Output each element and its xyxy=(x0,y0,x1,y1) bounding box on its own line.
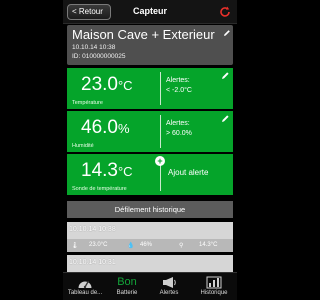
humidity-value: 46.0% xyxy=(81,117,130,138)
history-temp: 23.0°C xyxy=(89,242,108,248)
edit-alert-icon[interactable] xyxy=(221,71,230,80)
megaphone-icon xyxy=(163,277,176,288)
temperature-card[interactable]: 23.0°C Température Alertes: < -2.0°C xyxy=(67,68,233,109)
probe-value: 14.3°C xyxy=(81,160,133,181)
tab-dashboard[interactable]: Tableau de... xyxy=(63,273,107,300)
add-alert-icon[interactable]: + xyxy=(155,156,165,166)
add-alert-button[interactable]: Ajout alerte xyxy=(168,168,208,177)
temperature-alert: Alertes: < -2.0°C xyxy=(166,77,192,94)
humidity-card[interactable]: 46.0% Humidité Alertes: > 60.0% xyxy=(67,111,233,152)
edit-alert-icon[interactable] xyxy=(221,114,230,123)
divider xyxy=(160,72,161,105)
history-entry[interactable]: 10.10.14 10:31 xyxy=(67,255,233,272)
sensor-id: ID: 010000000025 xyxy=(72,53,126,60)
sensor-header: Maison Cave + Exterieur 10.10.14 10:38 I… xyxy=(67,25,233,65)
battery-status: Bon xyxy=(117,276,137,288)
probe-card[interactable]: 14.3°C Sonde de température + Ajout aler… xyxy=(67,154,233,195)
sensor-datetime: 10.10.14 10:38 xyxy=(72,44,116,51)
history-probe: 14.3°C xyxy=(199,242,218,248)
history-humidity: 46% xyxy=(140,242,153,248)
history-datetime: 10.10.14 10:38 xyxy=(69,226,116,233)
humidity-alert: Alertes: > 60.0% xyxy=(166,120,192,137)
tab-history[interactable]: Historique xyxy=(191,273,237,300)
drop-icon: 💧 xyxy=(127,243,135,249)
bar-chart-icon xyxy=(206,276,222,289)
nav-bar: < Retour Capteur xyxy=(63,0,237,24)
tab-battery[interactable]: Bon Batterie xyxy=(107,273,147,300)
refresh-icon[interactable] xyxy=(218,5,232,19)
sensor-name: Maison Cave + Exterieur xyxy=(72,27,215,42)
history-scroll-button[interactable]: Défilement historique xyxy=(67,201,233,218)
sensor-screen: < Retour Capteur Maison Cave + Exterieur… xyxy=(63,0,237,300)
tab-bar: Tableau de... Bon Batterie Alertes Histo… xyxy=(63,272,237,300)
divider xyxy=(160,115,161,148)
page-title: Capteur xyxy=(132,6,167,16)
history-values: 🌡 23.0°C 💧 46% ⚲ 14.3°C xyxy=(67,239,233,252)
probe-icon: ⚲ xyxy=(179,243,184,249)
history-datetime: 10.10.14 10:31 xyxy=(69,259,116,266)
tab-alerts[interactable]: Alertes xyxy=(147,273,191,300)
edit-name-icon[interactable] xyxy=(223,29,231,37)
history-entry[interactable]: 10.10.14 10:38 🌡 23.0°C 💧 46% ⚲ 14.3°C xyxy=(67,222,233,252)
dashboard-icon xyxy=(78,280,92,289)
probe-label: Sonde de température xyxy=(72,186,127,192)
humidity-label: Humidité xyxy=(72,143,94,149)
temperature-label: Température xyxy=(72,100,103,106)
thermometer-icon: 🌡 xyxy=(71,243,79,249)
temperature-value: 23.0°C xyxy=(81,74,133,95)
